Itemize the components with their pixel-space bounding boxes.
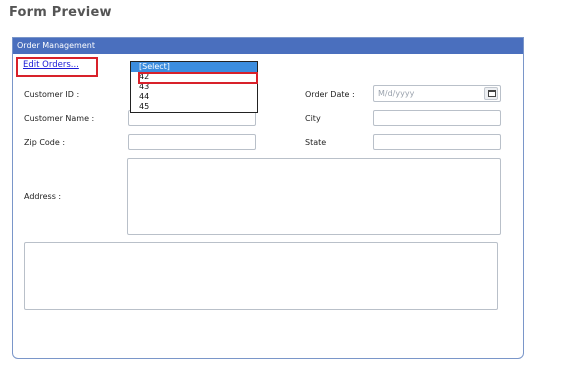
state-label: State	[305, 138, 327, 147]
order-management-panel: Order Management Edit Orders... Customer…	[12, 37, 524, 359]
dropdown-option[interactable]: 43	[131, 82, 257, 92]
panel-header: Order Management	[13, 38, 523, 54]
city-field[interactable]	[373, 110, 501, 126]
calendar-icon	[488, 90, 496, 97]
notes-field[interactable]	[24, 242, 498, 310]
order-date-placeholder: M/d/yyyy	[378, 89, 415, 98]
city-label: City	[305, 114, 321, 123]
state-field[interactable]	[373, 134, 501, 150]
customer-id-label: Customer ID :	[24, 90, 80, 99]
zip-code-label: Zip Code :	[24, 138, 66, 147]
edit-orders-link[interactable]: Edit Orders...	[23, 60, 79, 70]
zip-code-field[interactable]	[128, 134, 256, 150]
dropdown-option[interactable]: [Select]	[131, 62, 257, 72]
address-label: Address :	[24, 192, 62, 201]
dropdown-option[interactable]: 45	[131, 102, 257, 112]
order-date-label: Order Date :	[305, 90, 355, 99]
calendar-button[interactable]	[484, 87, 498, 100]
order-date-field[interactable]: M/d/yyyy	[373, 85, 501, 102]
page-title: Form Preview	[9, 5, 112, 20]
dropdown-option[interactable]: 44	[131, 92, 257, 102]
address-field[interactable]	[127, 158, 501, 235]
order-id-dropdown-list[interactable]: [Select] 42 43 44 45	[130, 61, 258, 113]
dropdown-option[interactable]: 42	[131, 72, 257, 82]
customer-name-label: Customer Name :	[24, 114, 95, 123]
